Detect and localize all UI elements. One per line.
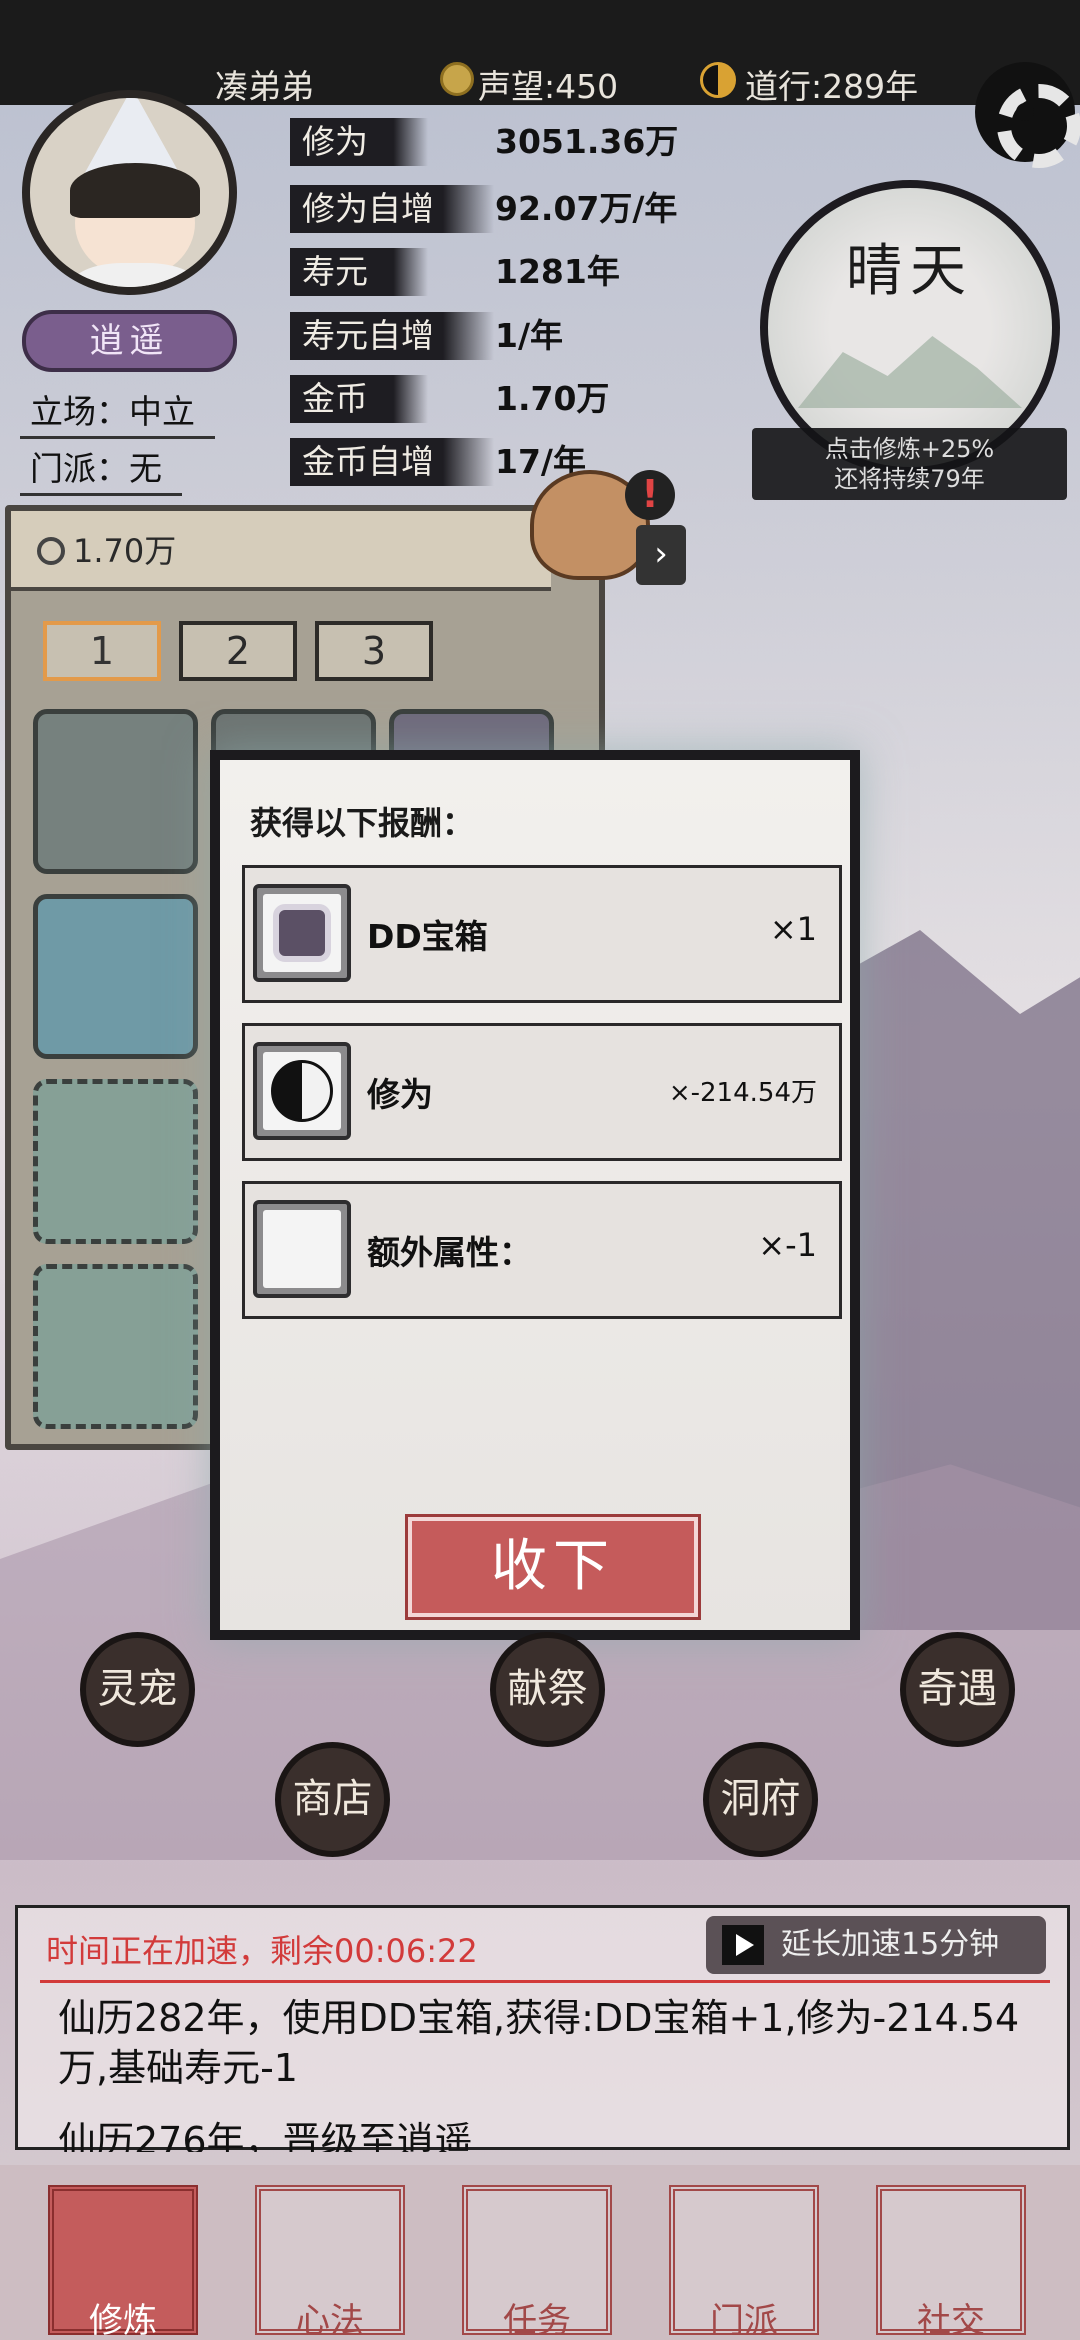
inventory-page-tab-1[interactable]: 1: [43, 621, 161, 681]
reward-row: 修为 ×-214.54万: [242, 1023, 842, 1161]
reward-row: 额外属性： ×-1: [242, 1181, 842, 1319]
top-status-bar: 凑弟弟 声望:450 道行:289年: [0, 0, 1080, 106]
log-entry: 仙历282年，使用DD宝箱,获得:DD宝箱+1,修为-214.54万,基础寿元-…: [58, 1996, 1020, 2090]
taiji-icon: [700, 62, 736, 98]
pet-button[interactable]: 灵宠: [80, 1632, 195, 1747]
coin-icon: [37, 537, 65, 565]
inventory-slot-book[interactable]: [33, 709, 198, 874]
nav-tasks[interactable]: 任务: [462, 2185, 612, 2340]
stance-label: 立场：中立: [20, 385, 215, 439]
nav-cultivate[interactable]: 修炼: [48, 2185, 198, 2340]
inventory-slot-empty[interactable]: [33, 1079, 198, 1244]
play-icon: [722, 1925, 764, 1965]
daoxing-value: 道行:289年: [745, 67, 919, 106]
reward-dialog: 获得以下报酬： DD宝箱 ×1 修为 ×-214.54万 额外属性： ×-1 收…: [210, 750, 860, 1640]
alert-icon: !: [625, 470, 675, 520]
stat-gold: 金币 1.70万: [290, 375, 760, 423]
blank-attribute-icon: [253, 1200, 351, 1298]
extend-speedup-button[interactable]: 延长加速15分钟: [706, 1916, 1046, 1974]
cave-button[interactable]: 洞府: [703, 1742, 818, 1857]
event-log-panel[interactable]: 时间正在加速，剩余00:06:22 延长加速15分钟 仙历282年，使用DD宝箱…: [15, 1905, 1070, 2152]
log-entry: 仙历276年，晋级至逍遥: [58, 2119, 473, 2152]
settings-gear-icon[interactable]: [975, 62, 1080, 168]
shop-button[interactable]: 商店: [275, 1742, 390, 1857]
stat-lifespan: 寿元 1281年: [290, 248, 760, 296]
nav-sect[interactable]: 门派: [669, 2185, 819, 2340]
reward-row: DD宝箱 ×1: [242, 865, 842, 1003]
weather-note: 点击修炼+25% 还将持续79年: [752, 428, 1067, 500]
treasure-chest-icon: [253, 884, 351, 982]
player-avatar[interactable]: [22, 90, 237, 295]
reward-dialog-title: 获得以下报酬：: [250, 804, 475, 842]
nav-methods[interactable]: 心法: [255, 2185, 405, 2340]
rank-badge[interactable]: 逍遥: [22, 310, 237, 372]
stat-gold-rate: 金币自增 17/年: [290, 438, 760, 486]
stat-cultivation: 修为 3051.36万: [290, 118, 760, 166]
taiji-icon: [253, 1042, 351, 1140]
chevron-right-icon[interactable]: ›: [636, 525, 686, 585]
collect-button[interactable]: 收下: [405, 1514, 701, 1620]
inventory-coins: 1.70万: [11, 511, 551, 591]
bottom-navigation: 修炼 心法 任务 门派 社交: [0, 2165, 1080, 2340]
inventory-page-tab-3[interactable]: 3: [315, 621, 433, 681]
inventory-slot-empty[interactable]: [33, 1264, 198, 1429]
nav-social[interactable]: 社交: [876, 2185, 1026, 2340]
weather-title: 晴天: [846, 239, 974, 304]
player-name: 凑弟弟: [215, 67, 314, 106]
sacrifice-button[interactable]: 献祭: [490, 1632, 605, 1747]
inventory-slot-scroll[interactable]: [33, 894, 198, 1059]
reputation-icon: [440, 62, 474, 96]
stat-lifespan-rate: 寿元自增 1/年: [290, 312, 760, 360]
encounter-button[interactable]: 奇遇: [900, 1632, 1015, 1747]
stat-cultivation-rate: 修为自增 92.07万/年: [290, 185, 760, 233]
sect-label: 门派：无: [20, 442, 182, 496]
speedup-timer: 时间正在加速，剩余00:06:22: [46, 1932, 478, 1970]
reputation-value: 声望:450: [478, 67, 619, 106]
inventory-page-tab-2[interactable]: 2: [179, 621, 297, 681]
